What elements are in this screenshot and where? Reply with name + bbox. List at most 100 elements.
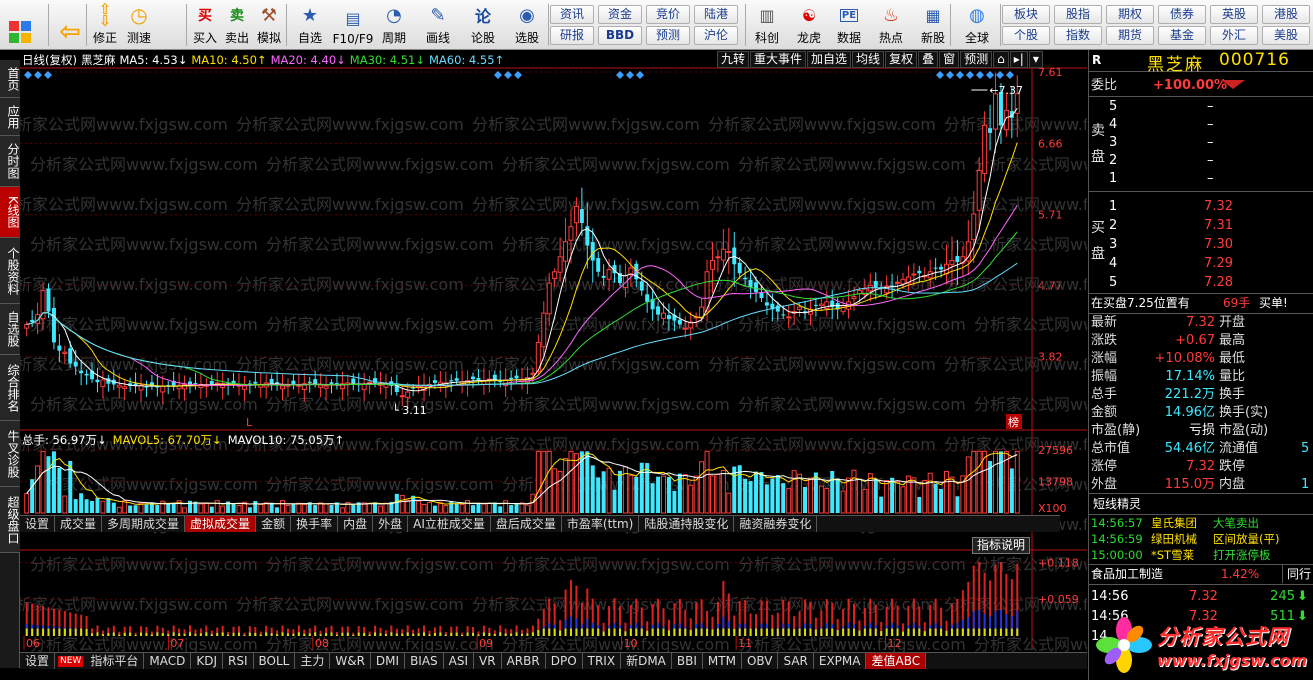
indicator-tab-2[interactable]: 指标平台 [85, 653, 145, 669]
toolbar-mid-button-0[interactable]: ▥ 科创 [748, 2, 786, 48]
market-button-基金[interactable]: 基金 [1158, 26, 1206, 45]
short-line-item[interactable]: 14:56:57 皇氏集团 大笔卖出 [1089, 515, 1313, 531]
toolbar-button-4[interactable]: 买买入 [190, 2, 220, 48]
left-tab-2[interactable]: 分时图 [0, 136, 20, 187]
indicator-tab-18[interactable]: MTM [703, 653, 742, 669]
vol-tab-0[interactable]: 设置 [20, 516, 56, 532]
indicator-tab-12[interactable]: VR [474, 653, 502, 669]
toolbar-button-1[interactable]: ⇦ [54, 2, 86, 48]
quick-button-研报[interactable]: 研报 [550, 26, 594, 45]
indicator-tab-11[interactable]: ASI [444, 653, 475, 669]
kline-chart-area[interactable]: 7.61 6.66 5.71 4.77 3.82 分析家公式网www.fxjgsw.com… [20, 50, 1087, 669]
market-button-美股[interactable]: 美股 [1262, 26, 1310, 45]
toolbar-button-2[interactable]: ⇧ ⇩ 修正 [90, 2, 120, 48]
market-button-股指[interactable]: 股指 [1054, 5, 1102, 24]
toolbar-button-11[interactable]: 论论股 [466, 2, 500, 48]
left-tab-3[interactable]: K线图 [0, 187, 20, 238]
toolbar-mid-button-4[interactable]: ▦ 新股 [914, 2, 952, 48]
chart-button-9[interactable]: ▸| [1009, 51, 1028, 68]
chart-button-3[interactable]: 均线 [852, 51, 885, 68]
market-button-期权[interactable]: 期权 [1106, 5, 1154, 24]
vol-tab-2[interactable]: 多周期成交量 [102, 516, 186, 532]
indicator-tab-5[interactable]: RSI [223, 653, 254, 669]
toolbar-button-6[interactable]: ⚒ 模拟 [254, 2, 284, 48]
indicator-tab-6[interactable]: BOLL [254, 653, 296, 669]
quick-button-BBD[interactable]: BBD [598, 26, 642, 45]
left-tab-7[interactable]: 牛叉诊股 [0, 421, 20, 487]
toolbar-mid-button-1[interactable]: ☯ 龙虎 [790, 2, 828, 48]
toolbar-button-10[interactable]: ✎ 画线 [420, 2, 456, 48]
chart-button-10[interactable]: ▾ [1028, 51, 1043, 68]
chart-button-4[interactable]: 复权 [885, 51, 918, 68]
chart-button-5[interactable]: 叠 [918, 51, 939, 68]
vol-tab-9[interactable]: 盘后成交量 [491, 516, 562, 532]
left-tab-4[interactable]: 个股资料 [0, 238, 20, 304]
vol-tab-3[interactable]: 虚拟成交量 [185, 516, 257, 532]
vol-tab-10[interactable]: 市盈率(ttm) [562, 516, 640, 532]
indicator-tab-22[interactable]: 差值ABC [866, 653, 927, 669]
indicator-tab-9[interactable]: DMI [371, 653, 406, 669]
market-button-指数[interactable]: 指数 [1054, 26, 1102, 45]
indicator-tab-15[interactable]: TRIX [583, 653, 622, 669]
chart-button-0[interactable]: 九转 [717, 51, 750, 68]
quick-button-资讯[interactable]: 资讯 [550, 5, 594, 24]
indicator-tab-0[interactable]: 设置 [20, 653, 56, 669]
indicator-tab-17[interactable]: BBI [672, 653, 703, 669]
chart-button-1[interactable]: 重大事件 [750, 51, 807, 68]
toolbar-button-5[interactable]: 卖卖出 [222, 2, 252, 48]
industry-peer-button[interactable]: 同行 [1282, 565, 1311, 583]
vol-tab-6[interactable]: 内盘 [338, 516, 374, 532]
kline-chart-canvas[interactable]: 7.616.665.714.773.82分析家公式网www.fxjgsw.com… [20, 50, 1087, 668]
vol-tab-8[interactable]: AI立桩成交量 [408, 516, 491, 532]
indicator-tab-8[interactable]: W&R [330, 653, 371, 669]
short-line-item[interactable]: 14:56:59 绿田机械 区间放量(平) [1089, 531, 1313, 547]
indicator-tab-19[interactable]: OBV [742, 653, 779, 669]
vol-tab-1[interactable]: 成交量 [55, 516, 103, 532]
chart-button-2[interactable]: 加自选 [807, 51, 852, 68]
toolbar-button-12[interactable]: ◉ 选股 [508, 2, 546, 48]
vol-tab-7[interactable]: 外盘 [373, 516, 409, 532]
quick-button-陆港[interactable]: 陆港 [694, 5, 738, 24]
toolbar-button-7[interactable]: ★ 自选 [292, 2, 328, 48]
chart-button-7[interactable]: 预测 [960, 51, 993, 68]
vol-tab-4[interactable]: 金额 [256, 516, 292, 532]
market-button-外汇[interactable]: 外汇 [1210, 26, 1258, 45]
indicator-tab-13[interactable]: ARBR [502, 653, 546, 669]
indicator-tab-10[interactable]: BIAS [405, 653, 444, 669]
vol-tab-12[interactable]: 融资融券变化 [734, 516, 818, 532]
toolbar-button-9[interactable]: ◔ 周期 [376, 2, 412, 48]
quick-button-沪伦[interactable]: 沪伦 [694, 26, 738, 45]
short-line-item[interactable]: 15:00:00 *ST雪莱 打开涨停板 [1089, 547, 1313, 563]
vol-tab-11[interactable]: 陆股通持股变化 [639, 516, 735, 532]
indicator-description-button[interactable]: 指标说明 [972, 537, 1031, 554]
collapse-icon[interactable] [1221, 80, 1245, 89]
quick-button-预测[interactable]: 预测 [646, 26, 690, 45]
industry-name[interactable]: 食品加工制造 [1091, 565, 1163, 583]
market-button-板块[interactable]: 板块 [1002, 5, 1050, 24]
chart-button-8[interactable]: ⌂ [993, 51, 1009, 68]
toolbar-mid-button-3[interactable]: ♨ 热点 [872, 2, 910, 48]
market-button-英股[interactable]: 英股 [1210, 5, 1258, 24]
left-tab-6[interactable]: 综合排名 [0, 355, 20, 421]
chart-button-6[interactable]: 窗 [939, 51, 960, 68]
toolbar-button-0[interactable] [4, 2, 36, 48]
quick-button-竞价[interactable]: 竞价 [646, 5, 690, 24]
vol-tab-5[interactable]: 换手率 [291, 516, 339, 532]
indicator-tab-4[interactable]: KDJ [191, 653, 223, 669]
market-button-债券[interactable]: 债券 [1158, 5, 1206, 24]
quick-button-资金[interactable]: 资金 [598, 5, 642, 24]
indicator-tab-21[interactable]: EXPMA [814, 653, 867, 669]
indicator-tab-16[interactable]: 新DMA [621, 653, 672, 669]
market-button-个股[interactable]: 个股 [1002, 26, 1050, 45]
toolbar-button-8[interactable]: ▤ F10/F9 [332, 2, 374, 48]
market-button-期货[interactable]: 期货 [1106, 26, 1154, 45]
toolbar-mid-button-2[interactable]: PE 数据 [830, 2, 868, 48]
market-button-港股[interactable]: 港股 [1262, 5, 1310, 24]
left-tab-1[interactable]: 应用 [0, 98, 20, 136]
left-tab-8[interactable]: 超级盘口 [0, 487, 20, 553]
toolbar-mid-button-5[interactable]: ◍ 全球 [958, 2, 996, 48]
indicator-tab-3[interactable]: MACD [144, 653, 192, 669]
indicator-tab-7[interactable]: 主力 [295, 653, 331, 669]
toolbar-button-3[interactable]: ◷ 测速 [124, 2, 154, 48]
indicator-tab-20[interactable]: SAR [778, 653, 814, 669]
